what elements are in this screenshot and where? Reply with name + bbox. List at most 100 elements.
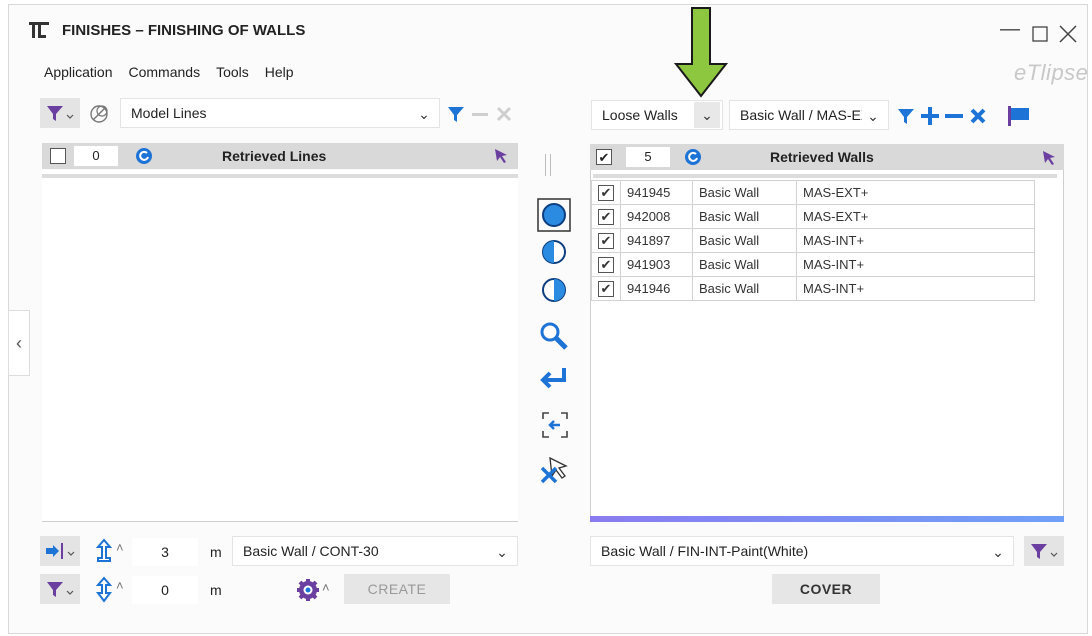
- finish-type-combo[interactable]: Basic Wall / FIN-INT-Paint(White) ⌄: [590, 536, 1014, 566]
- wall-id-cell: 941945: [620, 180, 693, 205]
- window-title: FINISHES – FINISHING OF WALLS: [62, 22, 306, 39]
- wall-family-cell: Basic Wall: [692, 204, 797, 229]
- flag-icon[interactable]: [1006, 104, 1032, 128]
- height-input[interactable]: 3: [132, 538, 198, 566]
- minus-icon[interactable]: [470, 104, 490, 124]
- wall-family-cell: Basic Wall: [692, 228, 797, 253]
- fit-selection-icon[interactable]: [540, 410, 570, 440]
- settings-gear-icon[interactable]: [296, 578, 322, 604]
- cover-button[interactable]: COVER: [772, 574, 880, 604]
- left-list-panel[interactable]: [42, 170, 518, 522]
- zoom-icon[interactable]: [538, 320, 570, 354]
- collapse-panel-icon[interactable]: ‹: [8, 310, 30, 376]
- minimize-icon[interactable]: —: [1000, 18, 1020, 41]
- row-cell-checkbox: ✔: [591, 276, 621, 301]
- wall-type-cell: MAS-INT+: [796, 228, 1035, 253]
- wall-family-cell: Basic Wall: [692, 180, 797, 205]
- extend-to-icon: [46, 543, 75, 559]
- half-circle-left-icon[interactable]: [540, 238, 568, 266]
- base-wall-type-value: Basic Wall / CONT-30: [243, 543, 379, 559]
- wall-id-cell: 941946: [620, 276, 693, 301]
- wall-id-cell: 941897: [620, 228, 693, 253]
- clear-icon[interactable]: [968, 106, 988, 126]
- clear-icon[interactable]: [494, 104, 514, 124]
- wall-type-cell: MAS-INT+: [796, 252, 1035, 277]
- table-row[interactable]: ✔ 941903 Basic Wall MAS-INT+: [591, 252, 1035, 277]
- wall-family-cell: Basic Wall: [692, 252, 797, 277]
- wall-family-cell: Basic Wall: [692, 276, 797, 301]
- height-icon: [95, 538, 113, 562]
- base-wall-type-combo[interactable]: Basic Wall / CONT-30 ⌄: [232, 536, 518, 566]
- wall-type-cell: MAS-EXT+: [796, 180, 1035, 205]
- plus-icon[interactable]: [920, 106, 940, 126]
- row-cell-checkbox: ✔: [591, 252, 621, 277]
- column-strip: [42, 174, 518, 178]
- pick-cursor-icon[interactable]: [1040, 148, 1058, 168]
- lines-count: 0: [74, 146, 118, 166]
- create-button[interactable]: CREATE: [344, 574, 450, 604]
- table-row[interactable]: ✔ 941945 Basic Wall MAS-EXT+: [591, 180, 1035, 205]
- full-circle-icon[interactable]: [537, 198, 571, 232]
- minus-icon[interactable]: [944, 106, 964, 126]
- row-cell-checkbox: ✔: [591, 204, 621, 229]
- menu-help[interactable]: Help: [265, 64, 294, 80]
- maximize-icon[interactable]: [1032, 26, 1048, 42]
- filter-dropdown-button[interactable]: [40, 98, 80, 128]
- row-cell-checkbox: ✔: [591, 180, 621, 205]
- menu-bar: Application Commands Tools Help: [44, 64, 294, 80]
- offset-spinner-icon[interactable]: ˄: [116, 578, 124, 593]
- row-checkbox[interactable]: ✔: [598, 232, 614, 249]
- table-row[interactable]: ✔ 941946 Basic Wall MAS-INT+: [591, 276, 1035, 301]
- no-selection-icon[interactable]: [88, 103, 110, 125]
- height-unit: m: [210, 544, 222, 560]
- walls-table: ✔ 941945 Basic Wall MAS-EXT+ ✔ 942008 Basic Wa…: [591, 180, 1035, 301]
- height-spinner-icon[interactable]: ˄: [116, 540, 124, 555]
- chevron-down-icon: ⌄: [496, 544, 508, 560]
- wall-id-cell: 942008: [620, 204, 693, 229]
- chevron-down-icon: ⌄: [992, 544, 1004, 560]
- app-logo-icon: [29, 22, 49, 38]
- offset-input[interactable]: 0: [132, 576, 198, 604]
- offset-icon: [95, 576, 113, 603]
- wall-id-cell: 941903: [620, 252, 693, 277]
- enter-icon[interactable]: [538, 364, 570, 394]
- source-combo[interactable]: Model Lines ⌄: [120, 98, 440, 128]
- pick-cursor-icon[interactable]: [492, 146, 510, 166]
- close-icon[interactable]: [1058, 24, 1078, 44]
- filter-icon[interactable]: [446, 104, 466, 124]
- wall-type-combo-value: Basic Wall / MAS-EXT: [740, 107, 862, 123]
- menu-commands[interactable]: Commands: [129, 64, 201, 80]
- row-checkbox[interactable]: ✔: [598, 280, 614, 297]
- wall-type-combo[interactable]: Basic Wall / MAS-EXT ⌄: [729, 100, 889, 130]
- walls-count: 5: [626, 147, 670, 167]
- finish-type-value: Basic Wall / FIN-INT-Paint(White): [601, 543, 809, 559]
- select-all-walls-checkbox[interactable]: ✔: [596, 149, 612, 165]
- chevron-down-icon[interactable]: ⌄: [694, 102, 720, 128]
- table-row[interactable]: ✔ 941897 Basic Wall MAS-INT+: [591, 228, 1035, 253]
- brand-logo: eTlipse: [1014, 60, 1089, 85]
- settings-dropdown-icon[interactable]: ˄: [322, 580, 330, 595]
- filter-icon: [47, 106, 74, 121]
- mode-combo[interactable]: Loose Walls ⌄: [591, 100, 723, 130]
- mode-combo-value: Loose Walls: [602, 107, 678, 123]
- left-list-title: Retrieved Lines: [222, 148, 327, 164]
- menu-application[interactable]: Application: [44, 64, 113, 80]
- join-dropdown-button[interactable]: [40, 536, 80, 566]
- refresh-icon[interactable]: [135, 147, 153, 165]
- filter-icon: [47, 582, 74, 597]
- deselect-cursor-icon[interactable]: [538, 452, 572, 486]
- filter-dropdown-button[interactable]: [40, 574, 80, 604]
- half-circle-right-icon[interactable]: [540, 276, 568, 304]
- select-all-lines-checkbox[interactable]: [50, 148, 66, 164]
- row-cell-checkbox: ✔: [591, 228, 621, 253]
- row-checkbox[interactable]: ✔: [598, 256, 614, 273]
- table-row[interactable]: ✔ 942008 Basic Wall MAS-EXT+: [591, 204, 1035, 229]
- right-list-title: Retrieved Walls: [770, 149, 874, 165]
- refresh-icon[interactable]: [684, 148, 702, 166]
- filter-icon[interactable]: [896, 106, 916, 126]
- column-strip: [593, 174, 1057, 178]
- menu-tools[interactable]: Tools: [216, 64, 249, 80]
- row-checkbox[interactable]: ✔: [598, 208, 614, 225]
- row-checkbox[interactable]: ✔: [598, 184, 614, 201]
- finish-filter-dropdown-button[interactable]: [1024, 536, 1064, 566]
